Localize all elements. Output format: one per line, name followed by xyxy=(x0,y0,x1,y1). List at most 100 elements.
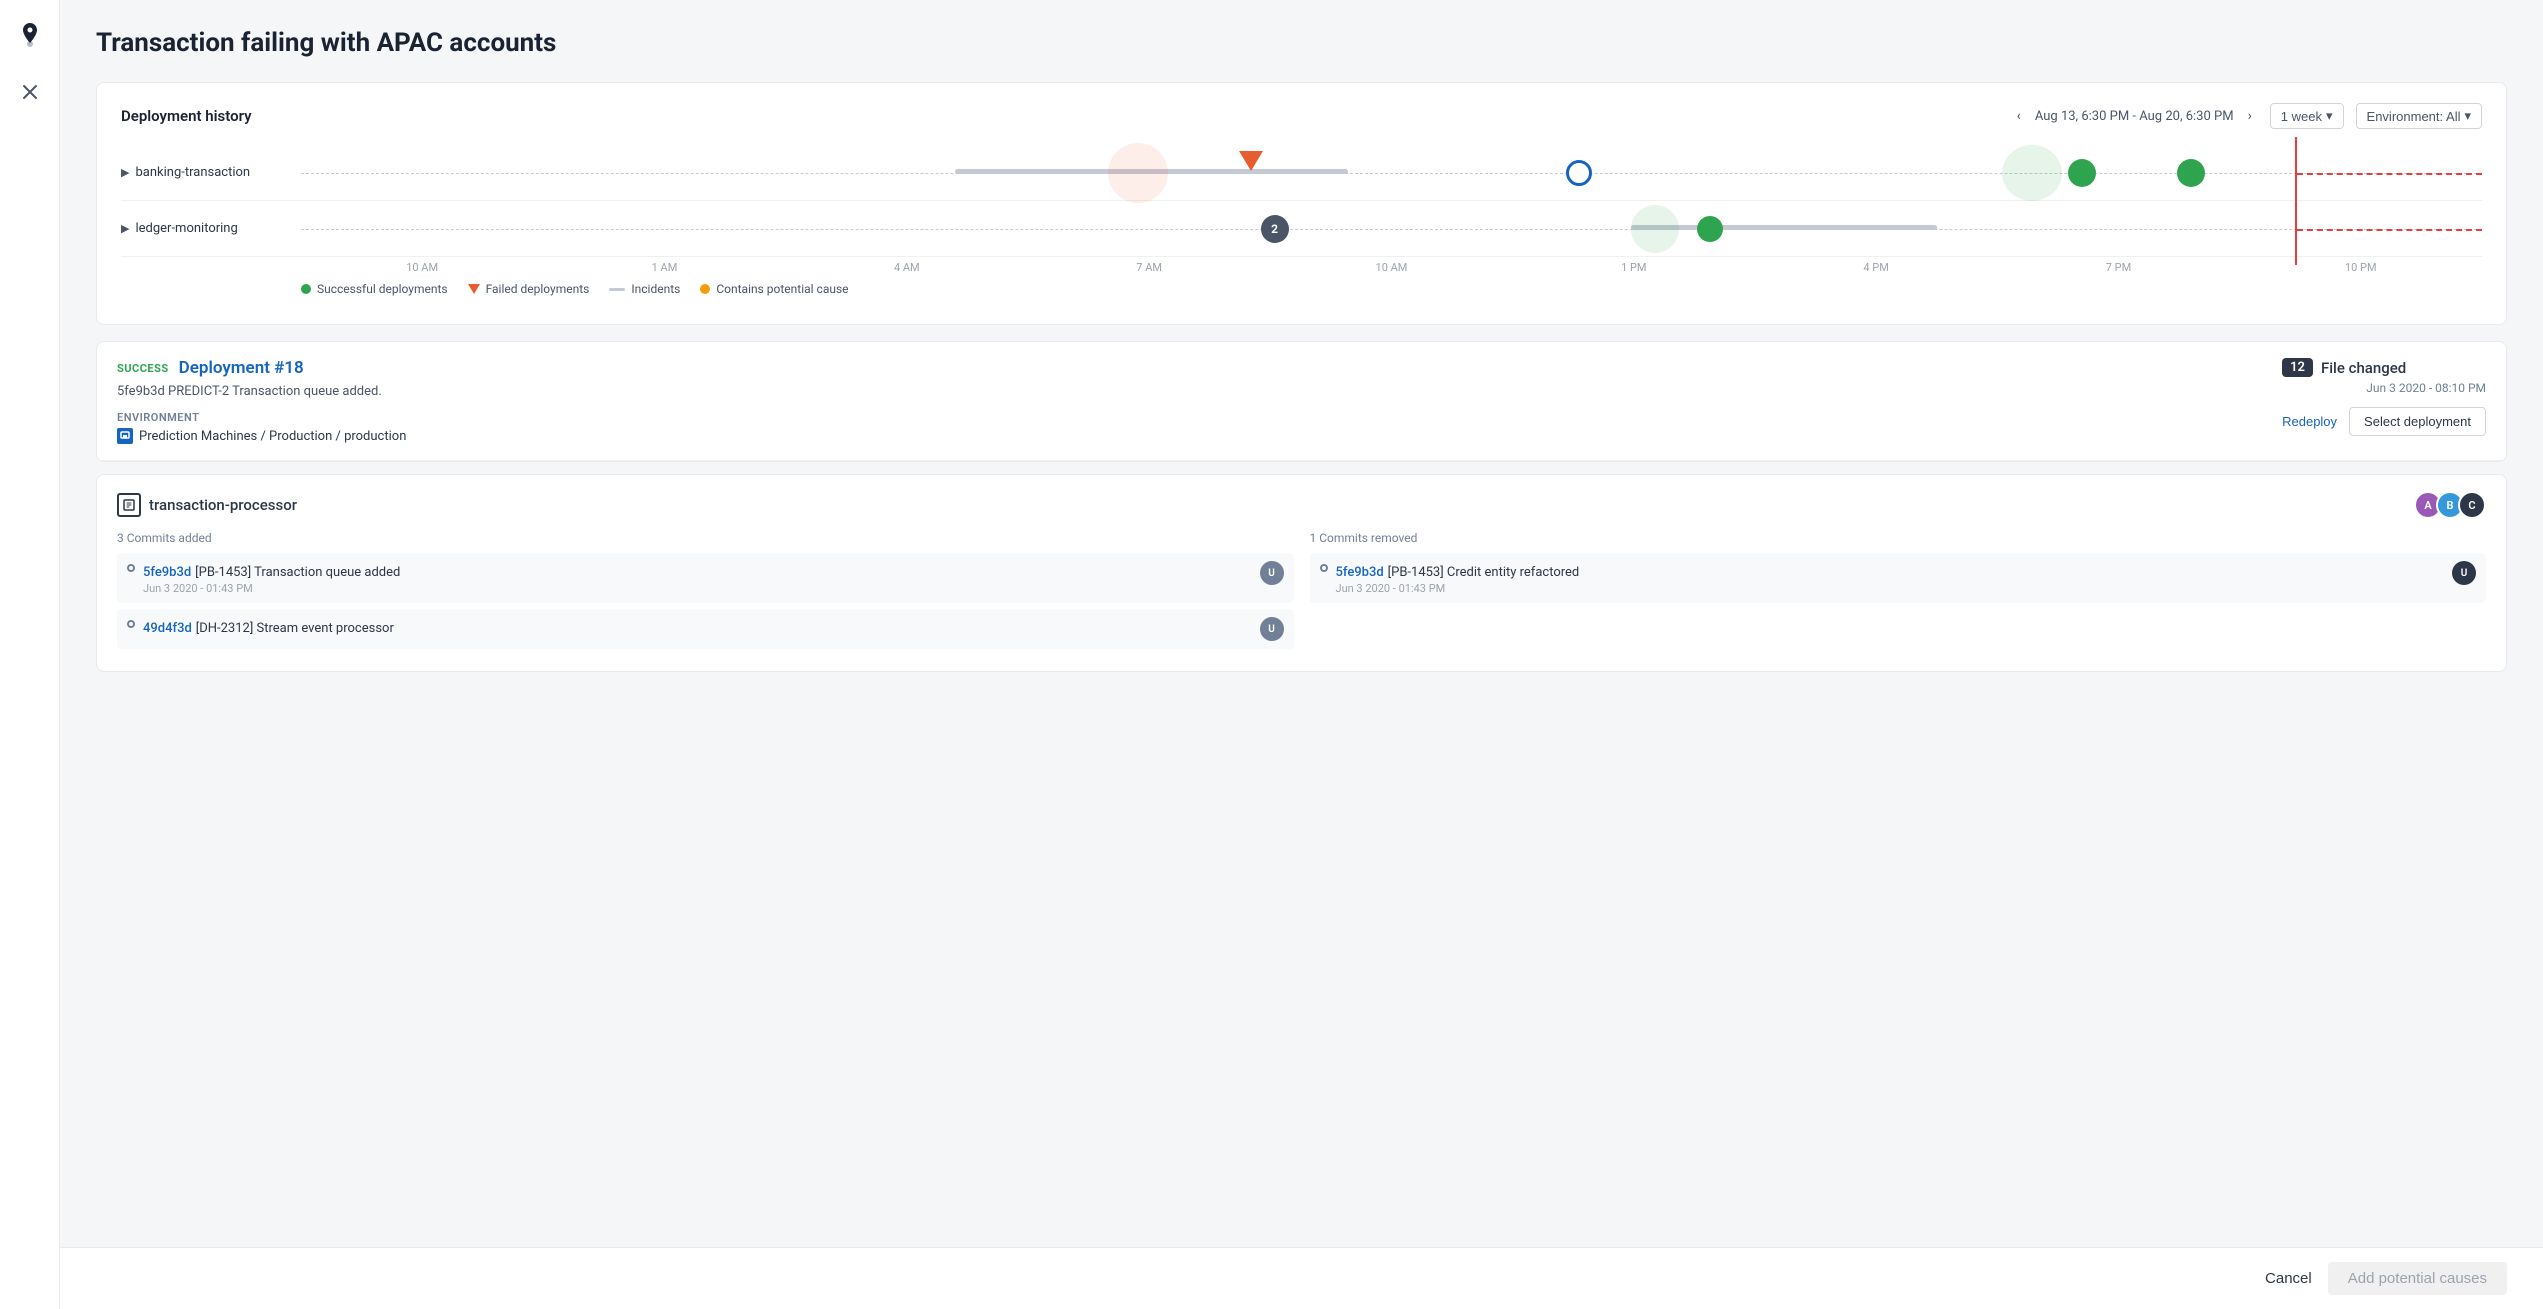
legend-incidents: Incidents xyxy=(609,282,680,296)
commits-removed-title: 1 Commits removed xyxy=(1310,531,2487,545)
repo-name: transaction-processor xyxy=(117,493,297,517)
commit-item-1: 5fe9b3d [PB-1453] Transaction queue adde… xyxy=(117,553,1294,603)
file-changed-badge: 12 File changed xyxy=(2282,358,2486,377)
chart-row-label-banking[interactable]: ▶ banking-transaction xyxy=(121,165,301,180)
chart-container: ▶ banking-transaction xyxy=(121,145,2482,296)
time-label-1: 10 AM xyxy=(301,261,543,274)
commit-hash-2[interactable]: 49d4f3d xyxy=(143,621,192,636)
commit-item-2: 49d4f3d [DH-2312] Stream event processor… xyxy=(117,609,1294,649)
legend-label-incidents: Incidents xyxy=(631,282,680,296)
chart-row-label-ledger[interactable]: ▶ ledger-monitoring xyxy=(121,221,301,236)
repo-icon xyxy=(117,493,141,517)
commit-info-1: 5fe9b3d [PB-1453] Transaction queue adde… xyxy=(143,561,1252,595)
time-label-2: 1 AM xyxy=(543,261,785,274)
time-label-6: 1 PM xyxy=(1513,261,1755,274)
legend: Successful deployments Failed deployment… xyxy=(121,282,2482,296)
chart-area-banking xyxy=(301,145,2482,201)
successful-dot xyxy=(301,284,311,294)
chevron-down-icon: ▾ xyxy=(2464,108,2471,124)
commit-message-2: [DH-2312] Stream event processor xyxy=(196,621,394,636)
commit-item-removed-1: 5fe9b3d [PB-1453] Credit entity refactor… xyxy=(1310,553,2487,603)
legend-label-failed: Failed deployments xyxy=(486,282,590,296)
time-label-9: 10 PM xyxy=(2240,261,2482,274)
section-title: Deployment history xyxy=(121,107,252,125)
time-axis: 10 AM 1 AM 4 AM 7 AM 10 AM 1 PM 4 PM 7 P… xyxy=(121,261,2482,274)
redeploy-button[interactable]: Redeploy xyxy=(2282,414,2337,429)
repo-name-text: transaction-processor xyxy=(149,496,297,514)
repo-section: transaction-processor A B C 3 Commits ad… xyxy=(96,474,2507,672)
select-deployment-button[interactable]: Select deployment xyxy=(2349,407,2486,436)
commits-added-col: 3 Commits added 5fe9b3d [PB-1453] Transa… xyxy=(117,531,1294,655)
close-icon[interactable] xyxy=(14,76,46,108)
time-label-3: 4 AM xyxy=(786,261,1028,274)
avatars-group: A B C xyxy=(2414,491,2486,519)
action-buttons: Redeploy Select deployment xyxy=(2282,407,2486,436)
period-dropdown[interactable]: 1 week ▾ xyxy=(2270,103,2344,129)
env-icon xyxy=(117,428,133,444)
failed-triangle xyxy=(468,284,480,294)
header-controls: ‹ Aug 13, 6:30 PM - Aug 20, 6:30 PM › 1 … xyxy=(2011,103,2482,129)
add-potential-causes-button[interactable]: Add potential causes xyxy=(2328,1262,2507,1295)
potential-cause-dot xyxy=(700,284,710,294)
expand-arrow: ▶ xyxy=(121,166,129,179)
row-label: banking-transaction xyxy=(135,165,250,180)
time-label-5: 10 AM xyxy=(1270,261,1512,274)
chart-row-ledger: ▶ ledger-monitoring 2 xyxy=(121,201,2482,257)
deployment-card: SUCCESS Deployment #18 5fe9b3d PREDICT-2… xyxy=(96,341,2507,462)
commits-removed-col: 1 Commits removed 5fe9b3d [PB-1453] Cred… xyxy=(1310,531,2487,655)
commit-avatar-2: U xyxy=(1260,617,1284,641)
page-title: Transaction failing with APAC accounts xyxy=(96,28,2507,58)
deployment-subtitle: 5fe9b3d PREDICT-2 Transaction queue adde… xyxy=(117,384,2282,399)
environment-dropdown[interactable]: Environment: All ▾ xyxy=(2356,103,2482,129)
commit-info-2: 49d4f3d [DH-2312] Stream event processor xyxy=(143,617,1252,636)
cancel-button[interactable]: Cancel xyxy=(2265,1270,2312,1287)
deployment-card-left: SUCCESS Deployment #18 5fe9b3d PREDICT-2… xyxy=(117,358,2282,444)
commit-avatar-1: U xyxy=(1260,561,1284,585)
date-range-text: Aug 13, 6:30 PM - Aug 20, 6:30 PM xyxy=(2035,109,2234,124)
time-label-7: 4 PM xyxy=(1755,261,1997,274)
commits-grid: 3 Commits added 5fe9b3d [PB-1453] Transa… xyxy=(117,531,2486,655)
deployment-title-row: SUCCESS Deployment #18 xyxy=(117,358,2282,378)
commit-message-1: [PB-1453] Transaction queue added xyxy=(195,565,400,580)
legend-failed: Failed deployments xyxy=(468,282,590,296)
sidebar xyxy=(0,0,60,1309)
prev-arrow[interactable]: ‹ xyxy=(2011,106,2027,126)
chart-area-ledger: 2 xyxy=(301,201,2482,257)
commit-dot-2 xyxy=(127,620,135,628)
location-pin-icon[interactable] xyxy=(14,20,46,52)
chart-rows: ▶ banking-transaction xyxy=(121,145,2482,257)
commit-message-removed-1: [PB-1453] Credit entity refactored xyxy=(1388,565,1580,580)
environment-value: Prediction Machines / Production / produ… xyxy=(117,428,2282,444)
commits-added-title: 3 Commits added xyxy=(117,531,1294,545)
time-label-4: 7 AM xyxy=(1028,261,1270,274)
main-content: Transaction failing with APAC accounts D… xyxy=(60,0,2543,1309)
commit-dot-1 xyxy=(127,564,135,572)
expand-arrow-ledger: ▶ xyxy=(121,222,129,235)
section-header: Deployment history ‹ Aug 13, 6:30 PM - A… xyxy=(121,103,2482,129)
commit-dot-removed-1 xyxy=(1320,564,1328,572)
footer-bar: Cancel Add potential causes xyxy=(60,1247,2543,1309)
deployment-card-header: SUCCESS Deployment #18 5fe9b3d PREDICT-2… xyxy=(97,342,2506,461)
deployment-title[interactable]: Deployment #18 xyxy=(179,358,304,378)
chevron-down-icon: ▾ xyxy=(2326,108,2333,124)
deployment-date-info: Jun 3 2020 - 08:10 PM xyxy=(2282,381,2486,395)
deployment-card-right: 12 File changed Jun 3 2020 - 08:10 PM Re… xyxy=(2282,358,2486,436)
legend-potential-cause: Contains potential cause xyxy=(700,282,848,296)
commit-hash-1[interactable]: 5fe9b3d xyxy=(143,565,191,580)
status-badge: SUCCESS xyxy=(117,362,169,375)
next-arrow[interactable]: › xyxy=(2242,106,2258,126)
environment-label: Environment xyxy=(117,411,2282,424)
repo-header: transaction-processor A B C xyxy=(117,491,2486,519)
commit-hash-removed-1[interactable]: 5fe9b3d xyxy=(1336,565,1384,580)
legend-successful: Successful deployments xyxy=(301,282,448,296)
legend-label-potential-cause: Contains potential cause xyxy=(716,282,848,296)
incidents-line xyxy=(609,288,625,291)
time-label-8: 7 PM xyxy=(1997,261,2239,274)
file-count: 12 xyxy=(2282,358,2313,377)
commit-date-1: Jun 3 2020 - 01:43 PM xyxy=(143,582,1252,595)
legend-label-successful: Successful deployments xyxy=(317,282,448,296)
date-range: ‹ Aug 13, 6:30 PM - Aug 20, 6:30 PM › xyxy=(2011,106,2258,126)
environment-path: Prediction Machines / Production / produ… xyxy=(139,429,406,444)
file-changed-text: File changed xyxy=(2321,359,2406,377)
commit-date-removed-1: Jun 3 2020 - 01:43 PM xyxy=(1336,582,2445,595)
